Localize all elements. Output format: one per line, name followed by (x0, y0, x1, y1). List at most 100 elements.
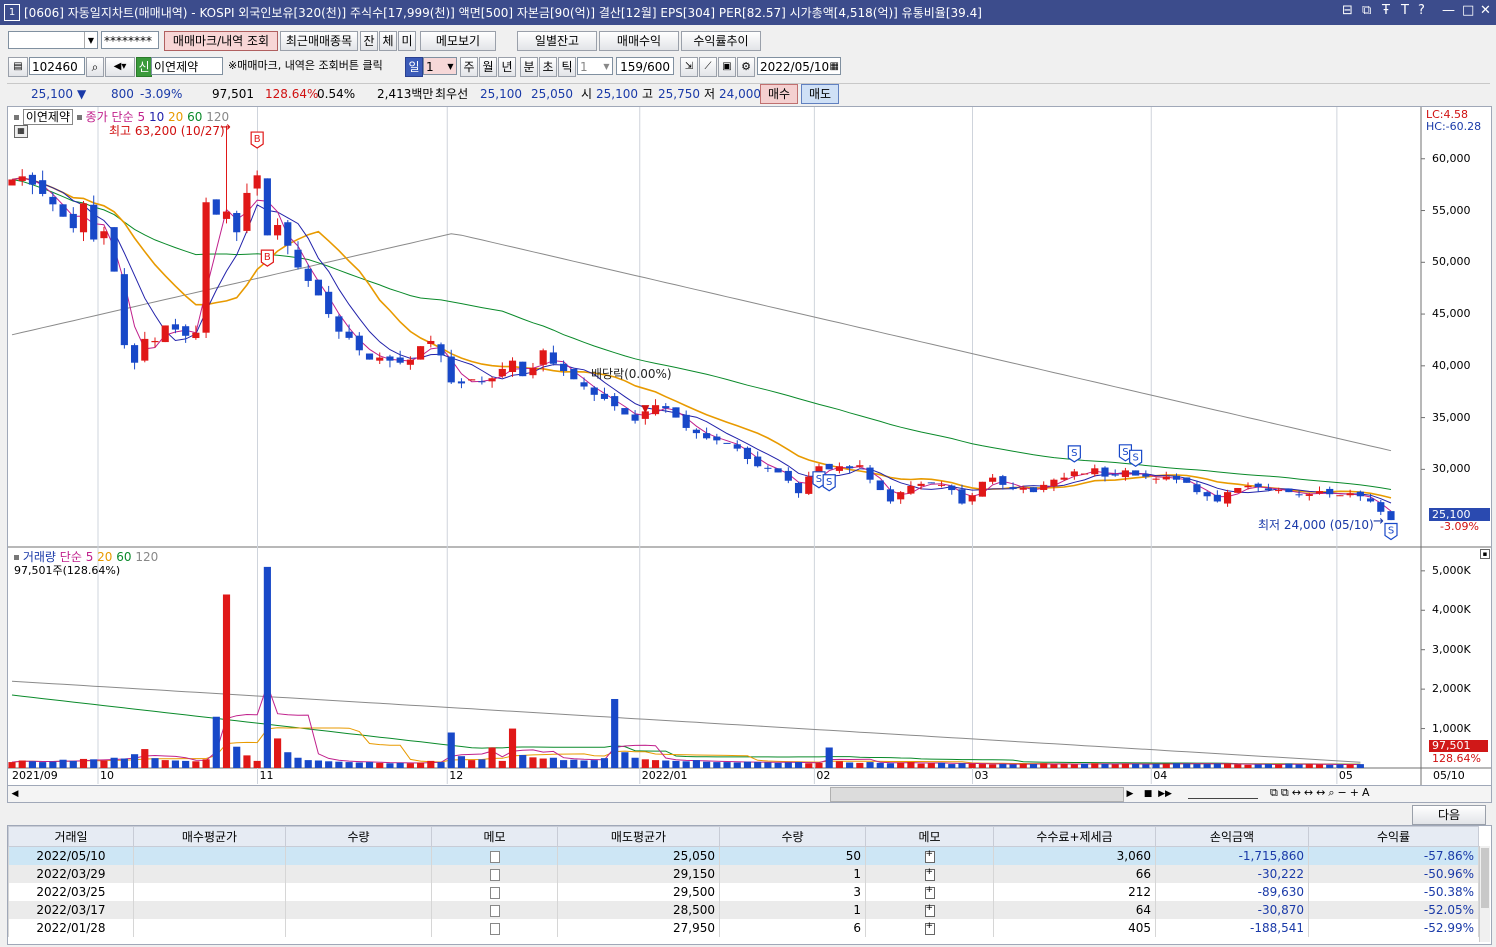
period-tick-button[interactable]: 틱 (558, 57, 576, 77)
col-fee[interactable]: 수수료+제세금 (993, 826, 1156, 847)
memo-cell[interactable] (865, 901, 994, 919)
pin-icon[interactable]: Ŧ (1382, 3, 1390, 18)
password-field[interactable]: ******** (101, 31, 159, 49)
buy-button[interactable]: 매수 (760, 84, 798, 104)
line-tool-icon[interactable]: ⟋ (699, 57, 717, 77)
memo-add-icon[interactable] (924, 885, 935, 899)
expand-icon[interactable]: ▪ (1480, 549, 1490, 559)
period-week-button[interactable]: 주 (460, 57, 478, 77)
sell-button[interactable]: 매도 (801, 84, 839, 104)
memo-cell[interactable] (431, 865, 558, 883)
period-minute-button[interactable]: 분 (520, 57, 538, 77)
chevron-down-icon[interactable]: ▼ (601, 58, 612, 76)
scroll-right-icon[interactable]: ▶ (1123, 786, 1137, 802)
memo-add-icon[interactable] (924, 921, 935, 935)
period-month-button[interactable]: 월 (479, 57, 497, 77)
executed-button[interactable]: 체 (379, 31, 397, 51)
table-row[interactable]: 2022/01/28 27,950 6 405 -188,541 -52.99% (8, 919, 1479, 937)
memo-add-icon[interactable] (924, 849, 935, 863)
memo-icon[interactable] (489, 904, 500, 917)
recent-trades-button[interactable]: 최근매매종목 (280, 31, 358, 51)
col-return[interactable]: 수익률 (1308, 826, 1479, 847)
memo-cell[interactable] (865, 919, 994, 937)
app-icon[interactable]: 1 (4, 4, 20, 21)
memo-view-button[interactable]: 메모보기 (420, 31, 496, 51)
col-trade-date[interactable]: 거래일 (8, 826, 134, 847)
memo-icon[interactable] (489, 868, 500, 881)
trade-profit-button[interactable]: 매매수익 (599, 31, 679, 51)
chart-scrollbar[interactable]: ◀ ▶ ■ ▶▶ ⧉⧉↔↔↔⌕−+A (7, 785, 1492, 803)
table-row[interactable]: 2022/05/10 25,050 50 3,060 -1,715,860 -5… (8, 846, 1479, 865)
period-year-button[interactable]: 년 (498, 57, 516, 77)
col-buy-memo[interactable]: 메모 (431, 826, 558, 847)
period-day-button[interactable]: 일 (405, 57, 423, 77)
save-icon[interactable]: ▣ (718, 57, 736, 77)
memo-add-icon[interactable] (924, 867, 935, 881)
balance-button[interactable]: 잔 (360, 31, 378, 51)
maximize-button[interactable]: □ (1462, 3, 1474, 18)
account-select[interactable]: ▼ (8, 31, 98, 49)
chevron-down-icon[interactable]: ▼ (84, 32, 97, 48)
col-pnl[interactable]: 손익금액 (1155, 826, 1309, 847)
calendar-icon[interactable]: ▦ (830, 58, 839, 76)
memo-add-icon[interactable] (924, 903, 935, 917)
memo-cell[interactable] (431, 901, 558, 919)
daily-balance-button[interactable]: 일별잔고 (517, 31, 597, 51)
bar-count-field[interactable]: 159/600 (616, 57, 674, 75)
col-sell-qty[interactable]: 수량 (719, 826, 866, 847)
memo-cell[interactable] (431, 846, 558, 865)
layout-icon[interactable]: ⊟ (1342, 3, 1353, 18)
col-buy-avg[interactable]: 매수평균가 (133, 826, 286, 847)
fast-forward-icon[interactable]: ▶▶ (1158, 786, 1172, 802)
col-sell-avg[interactable]: 매도평균가 (557, 826, 720, 847)
minimize-button[interactable]: — (1442, 3, 1455, 18)
col-buy-qty[interactable]: 수량 (285, 826, 432, 847)
legend-handle-icon[interactable] (76, 115, 82, 120)
stop-icon[interactable]: ■ (1141, 786, 1155, 802)
memo-icon[interactable] (489, 850, 500, 863)
stock-name-field[interactable]: 이연제약 (151, 57, 223, 75)
date-field[interactable]: 2022/05/10 ▦ (757, 57, 841, 75)
restore-layout-icon[interactable]: ⧉ (1362, 3, 1371, 18)
zoom-slider[interactable] (1188, 788, 1258, 799)
memo-cell[interactable] (865, 846, 994, 865)
chevron-down-icon[interactable]: ▼ (445, 58, 456, 76)
memo-icon[interactable] (489, 922, 500, 935)
stock-chart[interactable]: BBS SS S SS (8, 107, 1491, 785)
memo-cell[interactable] (865, 883, 994, 901)
font-icon[interactable]: T (1401, 3, 1409, 18)
memo-cell[interactable] (865, 865, 994, 883)
zoom-fit-icon[interactable]: ⇲ (680, 57, 698, 77)
gear-icon[interactable]: ⚙ (737, 57, 755, 77)
scroll-left-icon[interactable]: ◀ (8, 786, 22, 802)
close-button[interactable]: ✕ (1480, 3, 1491, 18)
chart-panel[interactable]: BBSSSSSS 이연제약 종가 단순 5 10 20 60 120 ▦ 최고 … (7, 106, 1492, 786)
legend-handle-icon[interactable] (14, 555, 19, 560)
next-button[interactable]: 다음 (1412, 805, 1486, 825)
trade-mark-query-button[interactable]: 매매마크/내역 조회 (164, 31, 278, 51)
chart-menu-icon[interactable]: ▤ (8, 57, 28, 77)
legend-handle-icon[interactable] (14, 115, 19, 120)
speaker-icon[interactable]: ◀▾ (105, 57, 135, 77)
return-trend-button[interactable]: 수익률추이 (681, 31, 761, 51)
memo-icon[interactable] (489, 886, 500, 899)
scroll-thumb[interactable] (830, 787, 1124, 802)
table-row[interactable]: 2022/03/17 28,500 1 64 -30,870 -52.05% (8, 901, 1479, 919)
table-scroll-thumb[interactable] (1481, 848, 1489, 908)
table-scrollbar[interactable] (1479, 846, 1490, 942)
stock-code-input[interactable]: 102460 (29, 57, 85, 75)
table-row[interactable]: 2022/03/29 29,150 1 66 -30,222 -50.96% (8, 865, 1479, 883)
search-icon[interactable]: ⌕ (86, 57, 104, 77)
tool-icons[interactable]: ⧉⧉↔↔↔⌕−+A (1270, 786, 1372, 800)
grid-table-icon[interactable]: ▦ (14, 125, 28, 138)
col-sell-memo[interactable]: 메모 (865, 826, 994, 847)
unfilled-button[interactable]: 미 (398, 31, 416, 51)
tick-count-select[interactable]: 1 ▼ (577, 57, 613, 75)
table-row[interactable]: 2022/03/25 29,500 3 212 -89,630 -50.38% (8, 883, 1479, 901)
memo-cell[interactable] (431, 919, 558, 937)
chart-stock-title[interactable]: 이연제약 (22, 109, 73, 125)
period-count-select[interactable]: 1 ▼ (423, 57, 457, 75)
help-icon[interactable]: ? (1418, 3, 1425, 18)
memo-cell[interactable] (431, 883, 558, 901)
period-second-button[interactable]: 초 (539, 57, 557, 77)
